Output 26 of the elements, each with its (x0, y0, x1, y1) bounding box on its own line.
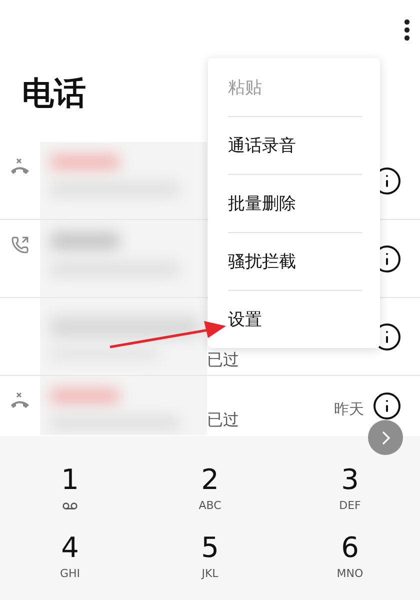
dial-key[interactable]: 6 MNO (280, 532, 420, 600)
key-letters: DEF (339, 499, 361, 512)
menu-item[interactable]: 骚扰拦截 (228, 232, 362, 290)
dial-key[interactable]: 2 ABC (140, 464, 280, 532)
info-icon[interactable] (372, 390, 402, 420)
menu-item[interactable]: 批量删除 (228, 174, 362, 232)
page-title: 电话 (22, 73, 86, 114)
key-letters: GHI (60, 567, 80, 580)
outgoing-call-icon (11, 236, 29, 254)
dial-key[interactable]: 4 GHI (0, 532, 140, 600)
missed-call-icon (10, 158, 30, 176)
call-status: 已过 (207, 350, 239, 369)
dial-key[interactable]: 3 DEF (280, 464, 420, 532)
dial-key[interactable]: 5 JKL (140, 532, 280, 600)
chevron-right-icon (382, 430, 390, 444)
key-letters: MNO (336, 567, 364, 580)
dial-key[interactable]: 1 (0, 464, 140, 532)
more-icon (404, 19, 410, 41)
key-letters: JKL (202, 567, 218, 580)
menu-item[interactable]: 设置 (228, 290, 362, 348)
call-status: 已过 (207, 410, 239, 429)
call-time: 昨天 (334, 400, 364, 419)
key-letters: ABC (198, 499, 222, 512)
more-options-button[interactable] (404, 19, 410, 41)
menu-item[interactable]: 通话录音 (228, 116, 362, 174)
missed-call-icon (10, 392, 30, 410)
